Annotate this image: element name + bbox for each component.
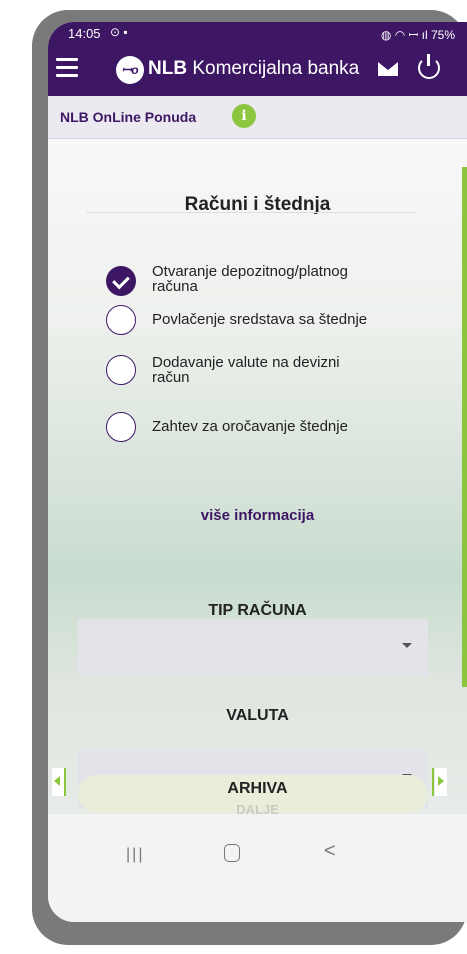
brand-rest: Komercijalna banka (187, 58, 360, 79)
radio-icon[interactable] (106, 305, 136, 335)
radio-icon[interactable] (106, 412, 136, 442)
status-time: 14:05 (68, 26, 101, 41)
more-info-link[interactable]: više informacija (48, 507, 467, 524)
account-type-select[interactable] (78, 619, 428, 677)
home-icon[interactable] (224, 844, 240, 862)
battery-level: 75% (430, 28, 455, 42)
back-icon[interactable]: < (324, 840, 336, 863)
chevron-down-icon (402, 643, 412, 648)
power-icon[interactable] (418, 54, 440, 79)
brand-bold: NLB (148, 58, 188, 79)
mail-icon[interactable] (378, 62, 398, 76)
right-divider (432, 768, 434, 796)
radio-icon[interactable] (106, 355, 136, 385)
currency-label: VALUTA (226, 707, 289, 724)
option-label-line2: računa (152, 278, 198, 295)
option-label: Povlačenje sredstava sa štednje (152, 311, 368, 328)
signal-icons: ◍ ◠ ꟷ ıl (380, 28, 428, 42)
subheader: NLB OnLine Ponuda i (48, 96, 467, 139)
archive-label: ARHIVA (227, 780, 288, 797)
nlb-logo: ꟷo (116, 56, 144, 84)
menu-icon[interactable] (56, 58, 78, 80)
subheader-label: NLB OnLine Ponuda (60, 109, 197, 125)
info-icon[interactable]: i (232, 104, 256, 128)
recents-icon[interactable]: ||| (126, 846, 144, 864)
system-nav-bar: ||| < (48, 814, 467, 922)
option-label-line2: račun (152, 369, 190, 386)
option-label: Zahtev za oročavanje štednje (152, 418, 348, 435)
radio-checked-icon[interactable] (106, 266, 136, 296)
status-right-icons: ◍ ◠ ꟷ ıl 75% (381, 26, 455, 43)
app-bar: ꟷo NLB Komercijalna banka (48, 44, 467, 96)
account-type-label: TIP RAČUNA (208, 602, 307, 619)
status-left-icons: ⊙ ▪ (110, 25, 128, 39)
brand-title: NLB Komercijalna banka (148, 58, 359, 80)
screen: 14:05 ⊙ ▪ ◍ ◠ ꟷ ıl 75% ꟷo NLB Komercijal… (48, 22, 467, 922)
arrow-right-icon[interactable] (435, 768, 447, 796)
title-divider (86, 212, 416, 213)
status-bar: 14:05 ⊙ ▪ ◍ ◠ ꟷ ıl 75% (48, 22, 467, 44)
